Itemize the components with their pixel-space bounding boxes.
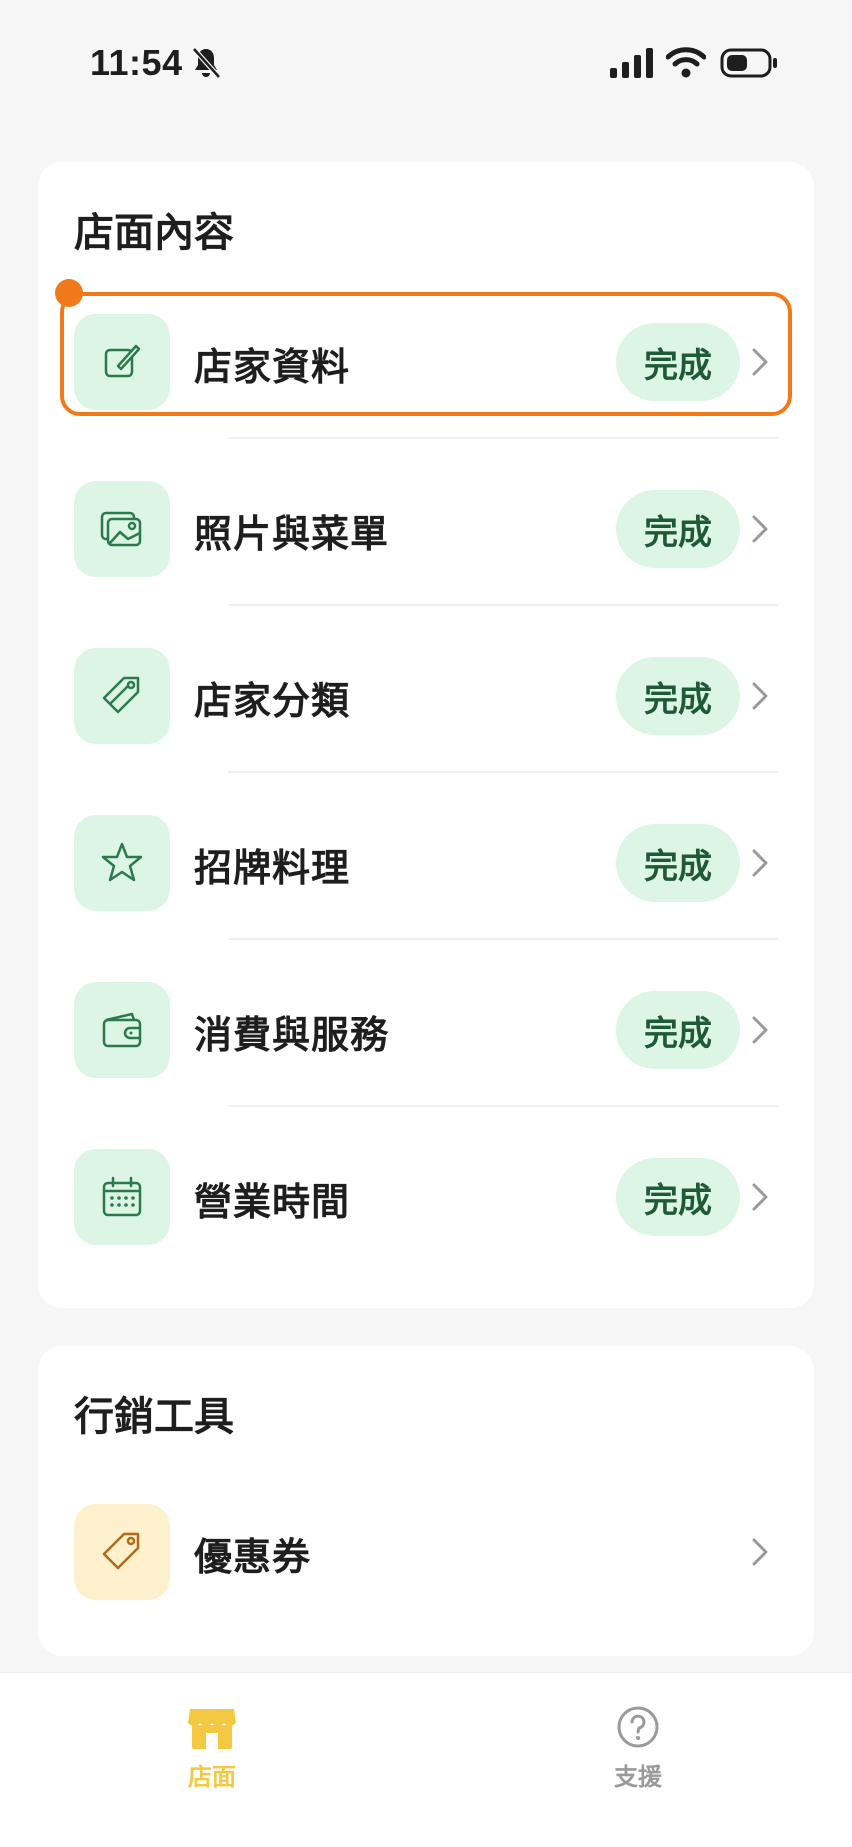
chevron-right-icon [752,682,768,710]
chevron-right-icon [752,849,768,877]
store-icon [188,1709,236,1749]
wifi-icon [666,47,706,78]
status-badge: 完成 [616,1158,740,1236]
tab-bar: 店面 支援 [0,1672,852,1847]
section-title-marketing-tools: 行銷工具 [74,1394,234,1440]
highlight-box [60,292,792,416]
row-label: 營業時間 [194,1180,351,1224]
divider [228,771,778,773]
status-badge: 完成 [616,991,740,1069]
list-item-spending-services[interactable]: 消費與服務 完成 [38,970,814,1090]
tab-label: 店面 [188,1763,236,1791]
marketing-tools-card: 行銷工具 優惠券 [38,1346,814,1656]
tag-icon [74,648,170,744]
section-title-store-content: 店面內容 [74,210,234,256]
chevron-right-icon [752,515,768,543]
help-icon [617,1706,659,1748]
signal-icon [610,48,653,78]
list-item-signature-dishes[interactable]: 招牌料理 完成 [38,803,814,923]
status-badge: 完成 [616,657,740,735]
divider [228,604,778,606]
row-label: 店家分類 [194,679,351,723]
row-label: 消費與服務 [194,1013,390,1057]
status-badge: 完成 [616,824,740,902]
status-time: 11:54 [90,42,183,83]
wallet-icon [74,982,170,1078]
divider [228,437,778,439]
chevron-right-icon [752,1016,768,1044]
divider [228,938,778,940]
chevron-right-icon [752,1538,768,1566]
status-bar: 11:54 [0,0,852,130]
list-item-business-hours[interactable]: 營業時間 完成 [38,1137,814,1257]
list-item-photos-menu[interactable]: 照片與菜單 完成 [38,469,814,589]
list-item-coupon[interactable]: 優惠券 [38,1492,814,1612]
row-label: 照片與菜單 [194,512,390,556]
tab-label: 支援 [614,1763,662,1791]
tab-support[interactable]: 支援 [538,1703,738,1793]
coupon-icon [74,1504,170,1600]
star-icon [74,815,170,911]
row-label: 優惠券 [194,1535,312,1579]
tab-store[interactable]: 店面 [112,1703,312,1793]
battery-icon [720,48,777,78]
row-label: 招牌料理 [194,846,351,890]
status-badge: 完成 [616,490,740,568]
chevron-right-icon [752,1183,768,1211]
calendar-icon [74,1149,170,1245]
highlight-dot [55,279,83,307]
divider [228,1105,778,1107]
photo-icon [74,481,170,577]
list-item-store-category[interactable]: 店家分類 完成 [38,636,814,756]
bell-off-icon [192,47,221,79]
